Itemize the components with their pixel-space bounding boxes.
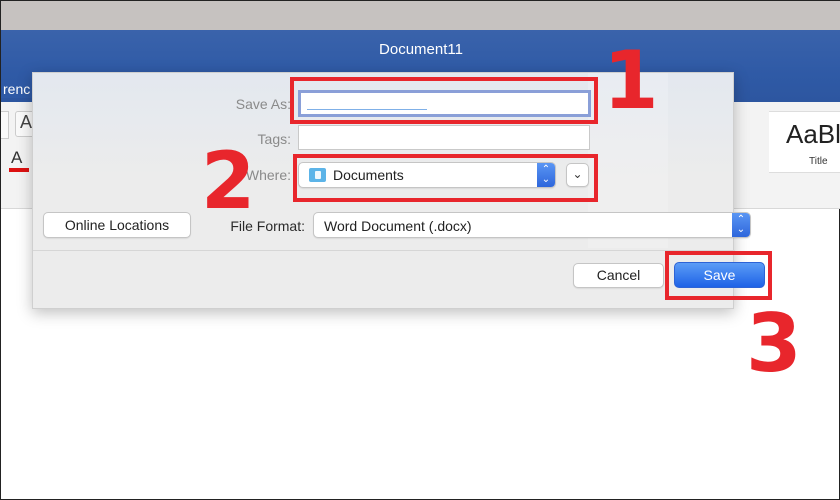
file-format-select[interactable]: Word Document (.docx) ⌃ ⌄	[313, 212, 751, 238]
annotation-box-1	[290, 77, 598, 124]
cancel-button[interactable]: Cancel	[573, 263, 664, 288]
select-stepper-icon: ⌃ ⌄	[732, 213, 750, 237]
dialog-divider	[33, 250, 735, 251]
style-title-preview[interactable]: AaBl	[786, 119, 840, 150]
style-title-label: Title	[809, 156, 828, 167]
annotation-number-3: 3	[746, 297, 802, 390]
file-format-value: Word Document (.docx)	[324, 218, 472, 234]
document-title: Document11	[379, 41, 463, 58]
font-color-swatch	[9, 168, 29, 172]
annotation-number-2: 2	[201, 137, 256, 227]
online-locations-button[interactable]: Online Locations	[43, 212, 191, 238]
screen-top-bar	[1, 1, 840, 30]
ribbon-tab-references[interactable]: renc	[1, 80, 33, 98]
tags-input[interactable]	[298, 125, 590, 150]
save-as-label: Save As:	[235, 96, 291, 112]
annotation-box-2	[293, 154, 598, 202]
annotation-number-1: 1	[603, 34, 659, 127]
ribbon-dropdown-button[interactable]	[1, 111, 9, 139]
annotation-box-3	[665, 251, 772, 300]
font-color-button[interactable]: A	[11, 148, 22, 168]
